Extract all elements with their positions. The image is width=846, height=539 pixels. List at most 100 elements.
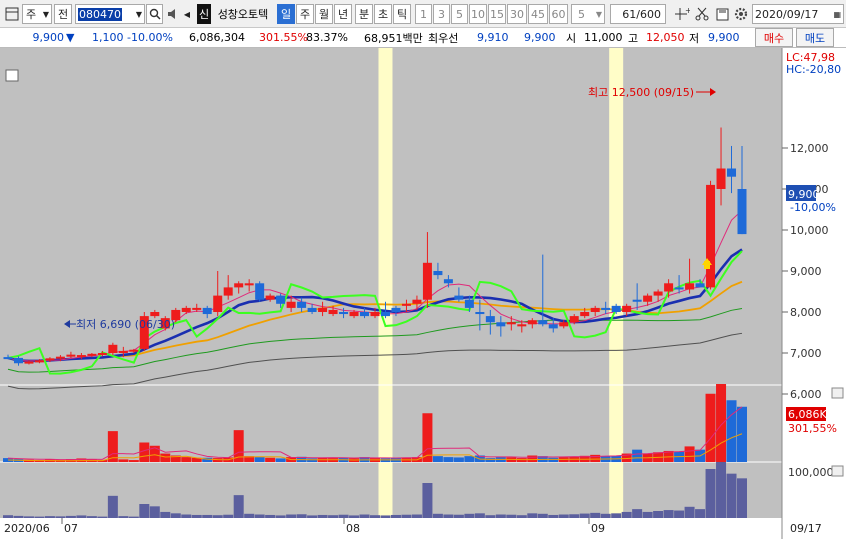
volume-bar-secondary	[674, 510, 685, 518]
highlight-band	[609, 48, 624, 518]
current-price: 9,900	[30, 28, 65, 47]
interval-60[interactable]: 60	[549, 4, 568, 24]
date-field[interactable]: 2020/09/17 ▦	[752, 4, 844, 24]
candle-body	[192, 307, 202, 310]
interval-15[interactable]: 15	[488, 4, 506, 24]
volume-bar-secondary	[149, 506, 160, 518]
crosshair-icon[interactable]: +	[673, 4, 691, 24]
save-icon[interactable]	[713, 4, 731, 24]
candle-body	[590, 307, 600, 312]
chart-area[interactable]: 12,00011,00010,0009,0008,0007,0006,000 L…	[0, 48, 846, 539]
candle-body	[611, 305, 621, 312]
volume-bar-secondary	[621, 511, 632, 518]
panel-close-button[interactable]	[831, 465, 844, 477]
sell-button[interactable]: 매도	[796, 28, 834, 47]
period-label: 초	[377, 8, 389, 21]
volume-bar-secondary	[296, 514, 307, 518]
candle-body	[339, 312, 349, 315]
volume-bar-secondary	[212, 515, 223, 518]
volume-bar-secondary	[223, 514, 234, 518]
candle-body	[569, 316, 579, 323]
period-tab-week[interactable]: 주	[296, 4, 314, 24]
volume-bar-secondary	[170, 513, 181, 518]
candle-body	[632, 299, 642, 302]
bar-count-field[interactable]: 61/600	[610, 4, 666, 24]
layout-icon[interactable]	[3, 4, 21, 24]
volume-bar-secondary	[55, 516, 66, 518]
chart-menu-icon[interactable]	[5, 69, 19, 82]
gear-icon[interactable]	[732, 4, 750, 24]
stock-name: 성창오토텍	[212, 4, 274, 24]
volume-bar	[684, 446, 695, 462]
period-label: 년	[337, 8, 349, 21]
volume-bar-secondary	[705, 469, 716, 518]
interval-label: 3	[438, 7, 445, 21]
volume-bar	[275, 458, 286, 462]
volume-bar-secondary	[569, 514, 580, 518]
candle-body	[129, 349, 139, 352]
candle-body	[412, 299, 422, 304]
buy-button[interactable]: 매수	[755, 28, 793, 47]
scissors-icon[interactable]	[693, 4, 711, 24]
bid-label-text: 최우선	[428, 31, 459, 45]
candle-body	[255, 283, 265, 300]
volume-bar-secondary	[3, 515, 13, 518]
interval-45[interactable]: 45	[528, 4, 548, 24]
volume: 6,086,304	[189, 28, 245, 47]
open-label-text: 시	[566, 31, 577, 45]
volume-bar-secondary	[695, 509, 706, 518]
trade-amount-text: 68,951백만	[364, 31, 423, 45]
volume-bar-secondary	[600, 513, 611, 518]
volume-bar-secondary	[642, 511, 653, 518]
candle-body	[422, 262, 432, 300]
market-select[interactable]: 주 ▼	[22, 4, 52, 24]
candle-body	[695, 283, 705, 288]
volume-bar-secondary	[97, 516, 108, 518]
period-tab-year[interactable]: 년	[334, 4, 352, 24]
period-tab-month[interactable]: 월	[315, 4, 333, 24]
open-price-text: 11,000	[584, 31, 623, 44]
volume-bar-secondary	[233, 495, 244, 518]
panel-close-button[interactable]	[831, 387, 844, 399]
candle-body	[601, 307, 611, 310]
volume-ratio: 301.55%	[259, 28, 308, 47]
volume-bar-secondary	[401, 514, 412, 518]
new-badge-label: 신	[198, 8, 210, 21]
search-icon[interactable]	[146, 4, 163, 24]
volume-bar	[265, 457, 276, 462]
change-value-text: 1,100	[92, 31, 124, 44]
change-arrow-glyph: ▼	[66, 31, 75, 44]
volume-bar	[160, 453, 171, 462]
period-label: 일	[280, 8, 292, 21]
period-tab-day[interactable]: 일	[277, 4, 295, 24]
volume-bar	[453, 457, 464, 462]
candle-body	[475, 312, 485, 315]
open-label: 시	[566, 28, 576, 47]
interval-30[interactable]: 30	[507, 4, 527, 24]
current-price-tag: 9,900	[788, 188, 820, 201]
speaker-icon[interactable]	[165, 4, 182, 24]
interval-label: 5	[456, 7, 463, 21]
period-tab-tick[interactable]: 틱	[393, 4, 411, 24]
code-input[interactable]: 080470 ▼	[75, 4, 145, 24]
interval-3[interactable]: 3	[433, 4, 450, 24]
interval-5[interactable]: 5	[451, 4, 468, 24]
volume-bar-secondary	[716, 462, 727, 518]
volume-bar	[527, 455, 538, 462]
candle-body	[108, 344, 118, 353]
volume2-tick: 100,000	[788, 466, 834, 479]
volume-bar-secondary	[474, 513, 485, 518]
volume-bar-secondary	[349, 515, 360, 518]
interval-10[interactable]: 10	[469, 4, 487, 24]
volume-bar-secondary	[632, 509, 643, 518]
market-type-button[interactable]: 전	[54, 4, 72, 24]
prev-stock-button[interactable]: ◀	[182, 4, 192, 24]
period-label: 틱	[396, 8, 408, 21]
volume-bar-secondary	[370, 515, 380, 518]
period-tab-second[interactable]: 초	[374, 4, 392, 24]
candle-body	[370, 312, 380, 317]
volume-bar-secondary	[527, 513, 538, 518]
interval-1[interactable]: 1	[415, 4, 432, 24]
period-tab-minute[interactable]: 분	[355, 4, 373, 24]
interval-select[interactable]: 5 ▼	[571, 4, 605, 24]
